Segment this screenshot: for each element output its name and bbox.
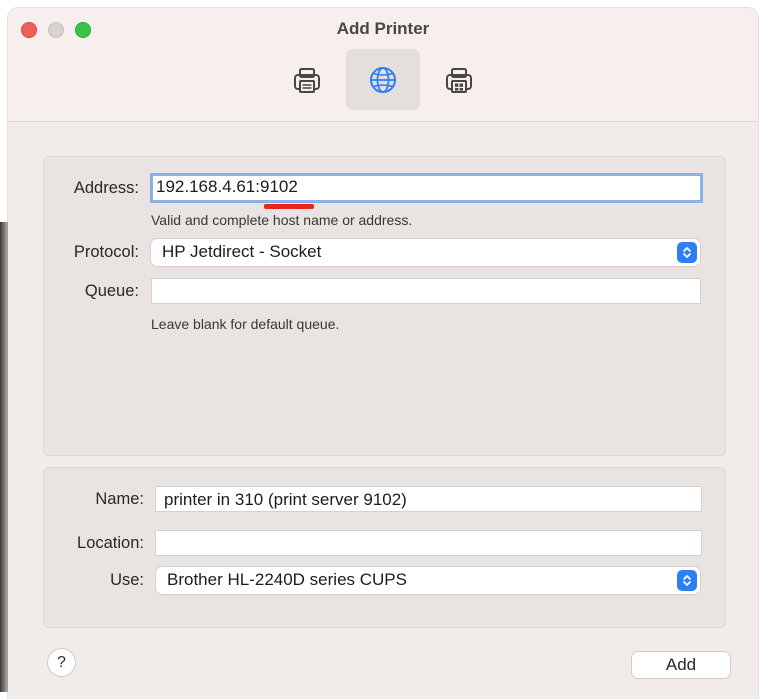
printer-icon <box>294 67 320 93</box>
window-title: Add Printer <box>336 19 430 38</box>
name-label: Name: <box>95 490 144 508</box>
driver-popup[interactable]: Brother HL-2240D series CUPS <box>156 567 700 594</box>
chevron-updown-icon <box>677 242 697 263</box>
protocol-value: HP Jetdirect - Socket <box>162 242 322 261</box>
location-label: Location: <box>77 534 144 552</box>
title-bar: Add Printer <box>8 8 758 122</box>
windows-printer-icon <box>446 67 472 93</box>
address-field[interactable]: 192.168.4.61:9102 <box>150 173 703 203</box>
tab-default[interactable] <box>270 49 344 110</box>
use-label: Use: <box>110 571 144 589</box>
queue-label: Queue: <box>84 282 139 300</box>
queue-hint: Leave blank for default queue. <box>151 316 340 332</box>
queue-field[interactable] <box>151 278 701 304</box>
protocol-label: Protocol: <box>73 243 139 261</box>
add-button[interactable]: Add <box>632 652 730 678</box>
chevron-updown-icon <box>677 570 697 591</box>
address-hint: Valid and complete host name or address. <box>151 212 413 228</box>
tab-ip[interactable] <box>346 49 420 110</box>
driver-value: Brother HL-2240D series CUPS <box>167 570 407 589</box>
location-field[interactable] <box>155 530 702 556</box>
address-label: Address: <box>73 179 139 197</box>
help-button[interactable]: ? <box>48 649 75 676</box>
name-field[interactable]: printer in 310 (print server 9102) <box>155 486 702 512</box>
port-annotation-underline <box>264 204 314 209</box>
add-printer-window: Add Printer Address: 192.168.4.61:9102 V… <box>8 8 758 699</box>
globe-icon <box>370 66 396 93</box>
protocol-popup[interactable]: HP Jetdirect - Socket <box>151 239 700 266</box>
tab-windows[interactable] <box>422 49 496 110</box>
